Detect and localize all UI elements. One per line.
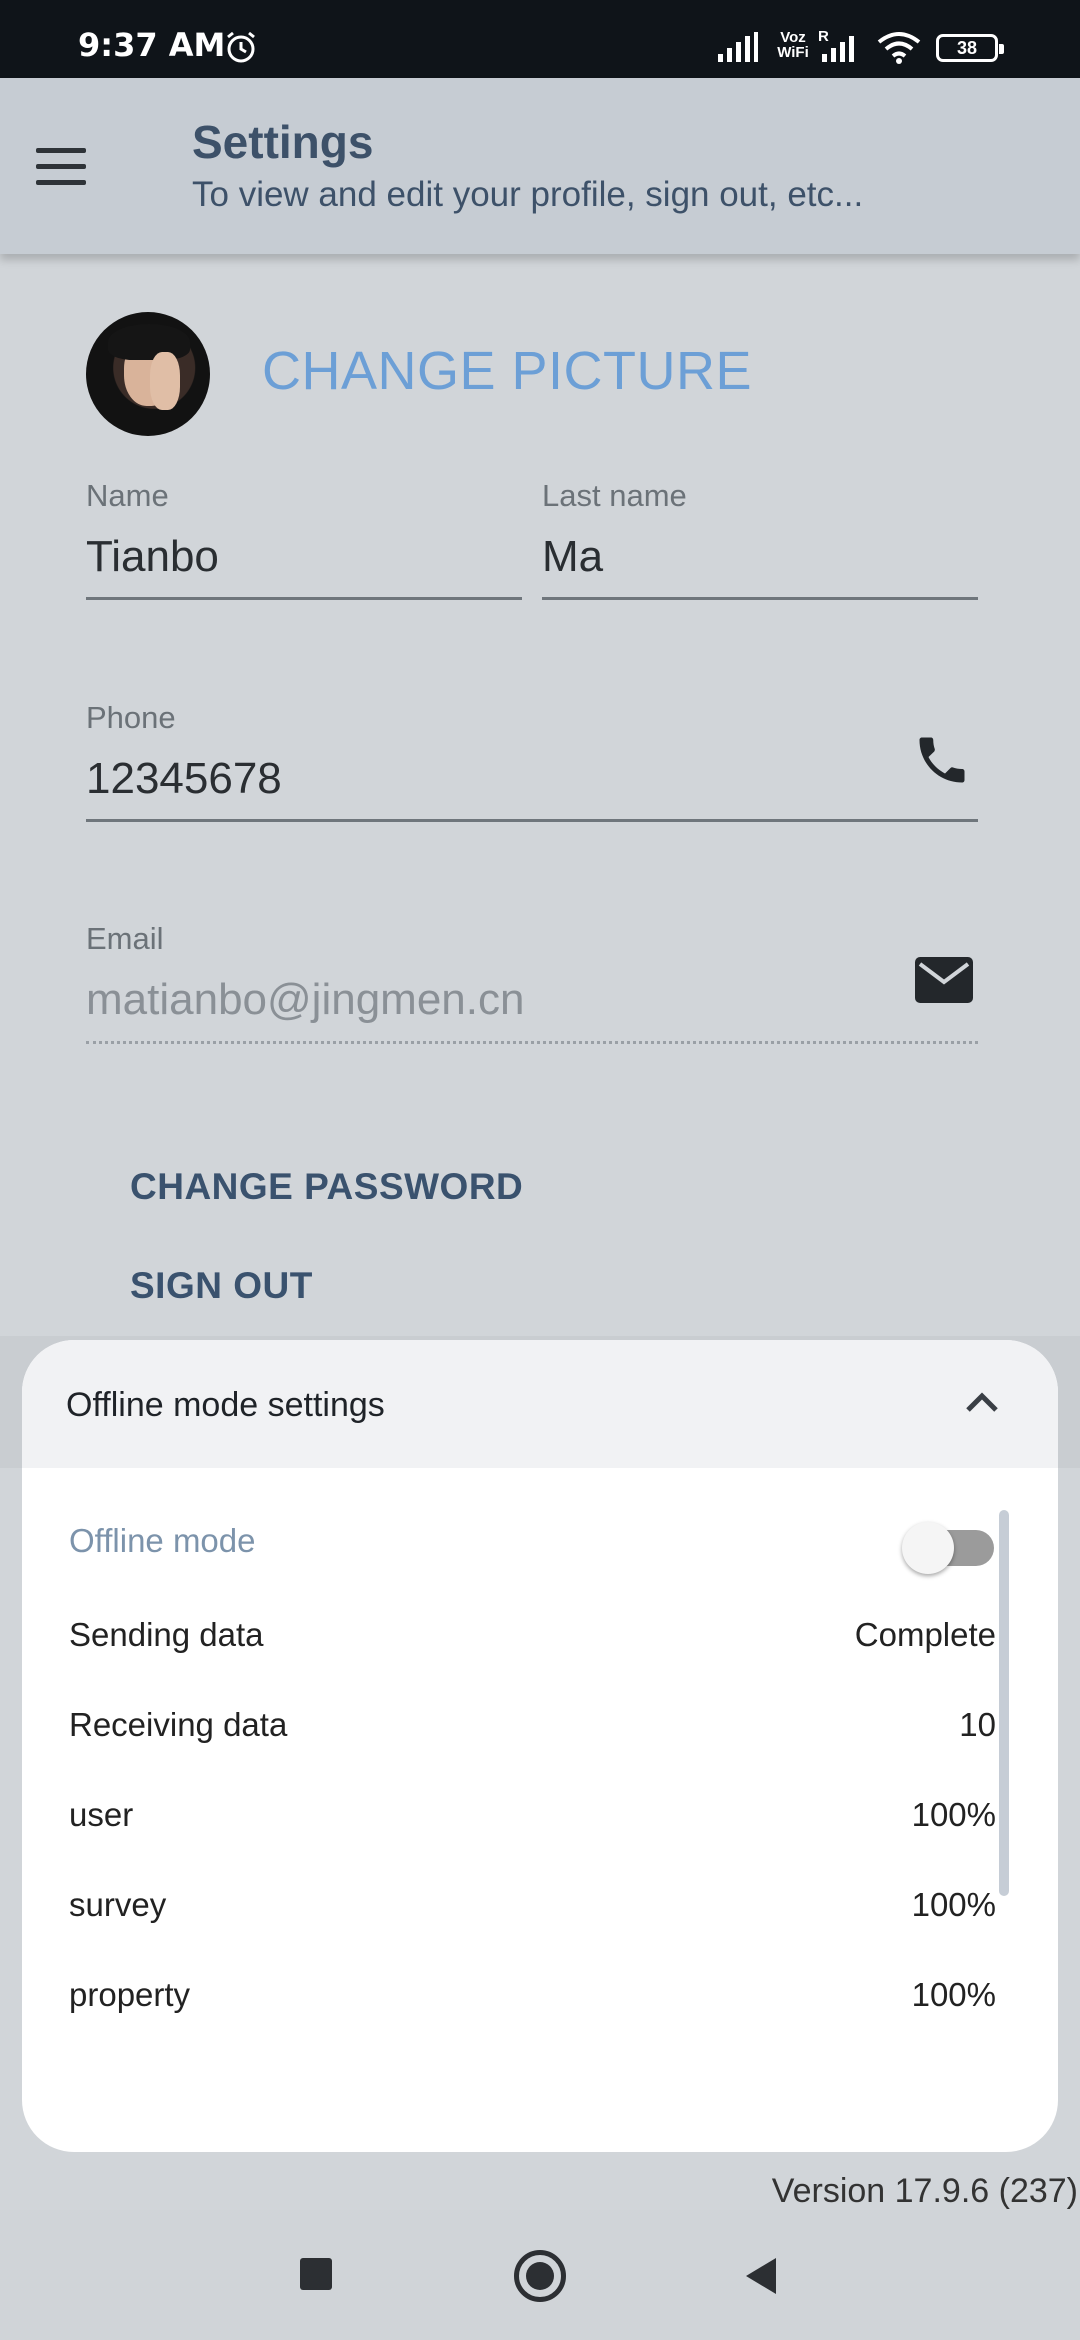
sign-out-button[interactable]: SIGN OUT (130, 1265, 313, 1307)
survey-value: 100% (911, 1886, 996, 1923)
app-bar (0, 78, 1080, 254)
menu-icon[interactable] (36, 148, 86, 186)
mail-icon[interactable] (914, 956, 974, 1004)
sending-data-value: Complete (854, 1616, 996, 1653)
recents-button[interactable] (300, 2258, 332, 2290)
page-title: Settings (192, 116, 374, 168)
sheet-header[interactable]: Offline mode settings (22, 1340, 1058, 1468)
change-password-button[interactable]: CHANGE PASSWORD (130, 1166, 523, 1208)
name-field[interactable]: Tianbo (86, 532, 219, 582)
offline-mode-toggle[interactable] (902, 1518, 1002, 1574)
receiving-data-label: Receiving data (69, 1706, 288, 1743)
version-label: Version 17.9.6 (237) (771, 2172, 1078, 2210)
wifi-icon (877, 32, 921, 64)
name-label: Name (86, 478, 169, 513)
name-underline (86, 597, 522, 600)
email-field: matianbo@jingmen.cn (86, 975, 525, 1024)
phone-icon[interactable] (912, 730, 972, 790)
voz-wifi-indicator: Voz WiFi (777, 29, 809, 61)
sending-data-label: Sending data (69, 1616, 264, 1653)
signal-icon (718, 32, 758, 62)
property-label: property (69, 1976, 191, 2013)
phone-field[interactable]: 12345678 (86, 754, 282, 804)
last-name-field[interactable]: Ma (542, 532, 603, 582)
last-name-label: Last name (542, 478, 687, 513)
battery-indicator: 38 (936, 34, 1004, 62)
email-underline (86, 1041, 978, 1044)
receiving-data-value: 10 (959, 1706, 996, 1743)
signal-icon-2 (822, 36, 854, 62)
back-button[interactable] (740, 2254, 780, 2298)
status-bar: 9:37 AM Voz WiFi R 38 (0, 0, 1080, 78)
offline-mode-label: Offline mode (69, 1522, 256, 1559)
phone-label: Phone (86, 700, 176, 735)
page-subtitle: To view and edit your profile, sign out,… (192, 175, 864, 214)
phone-underline (86, 819, 978, 822)
alarm-icon (227, 31, 255, 63)
last-name-underline (542, 597, 978, 600)
user-value: 100% (911, 1796, 996, 1833)
email-label: Email (86, 921, 164, 956)
sheet-scrollbar[interactable] (999, 1510, 1009, 1896)
sheet-title: Offline mode settings (66, 1386, 385, 1424)
change-picture-button[interactable]: CHANGE PICTURE (262, 340, 752, 402)
property-value: 100% (911, 1976, 996, 2013)
user-label: user (69, 1796, 134, 1833)
offline-settings-sheet: Offline mode settings Offline mode Sendi… (22, 1340, 1058, 2152)
chevron-up-icon[interactable] (962, 1388, 1002, 1418)
survey-label: survey (69, 1886, 167, 1923)
status-time: 9:37 AM (78, 26, 226, 64)
home-button[interactable] (514, 2250, 566, 2302)
avatar[interactable] (86, 312, 210, 436)
